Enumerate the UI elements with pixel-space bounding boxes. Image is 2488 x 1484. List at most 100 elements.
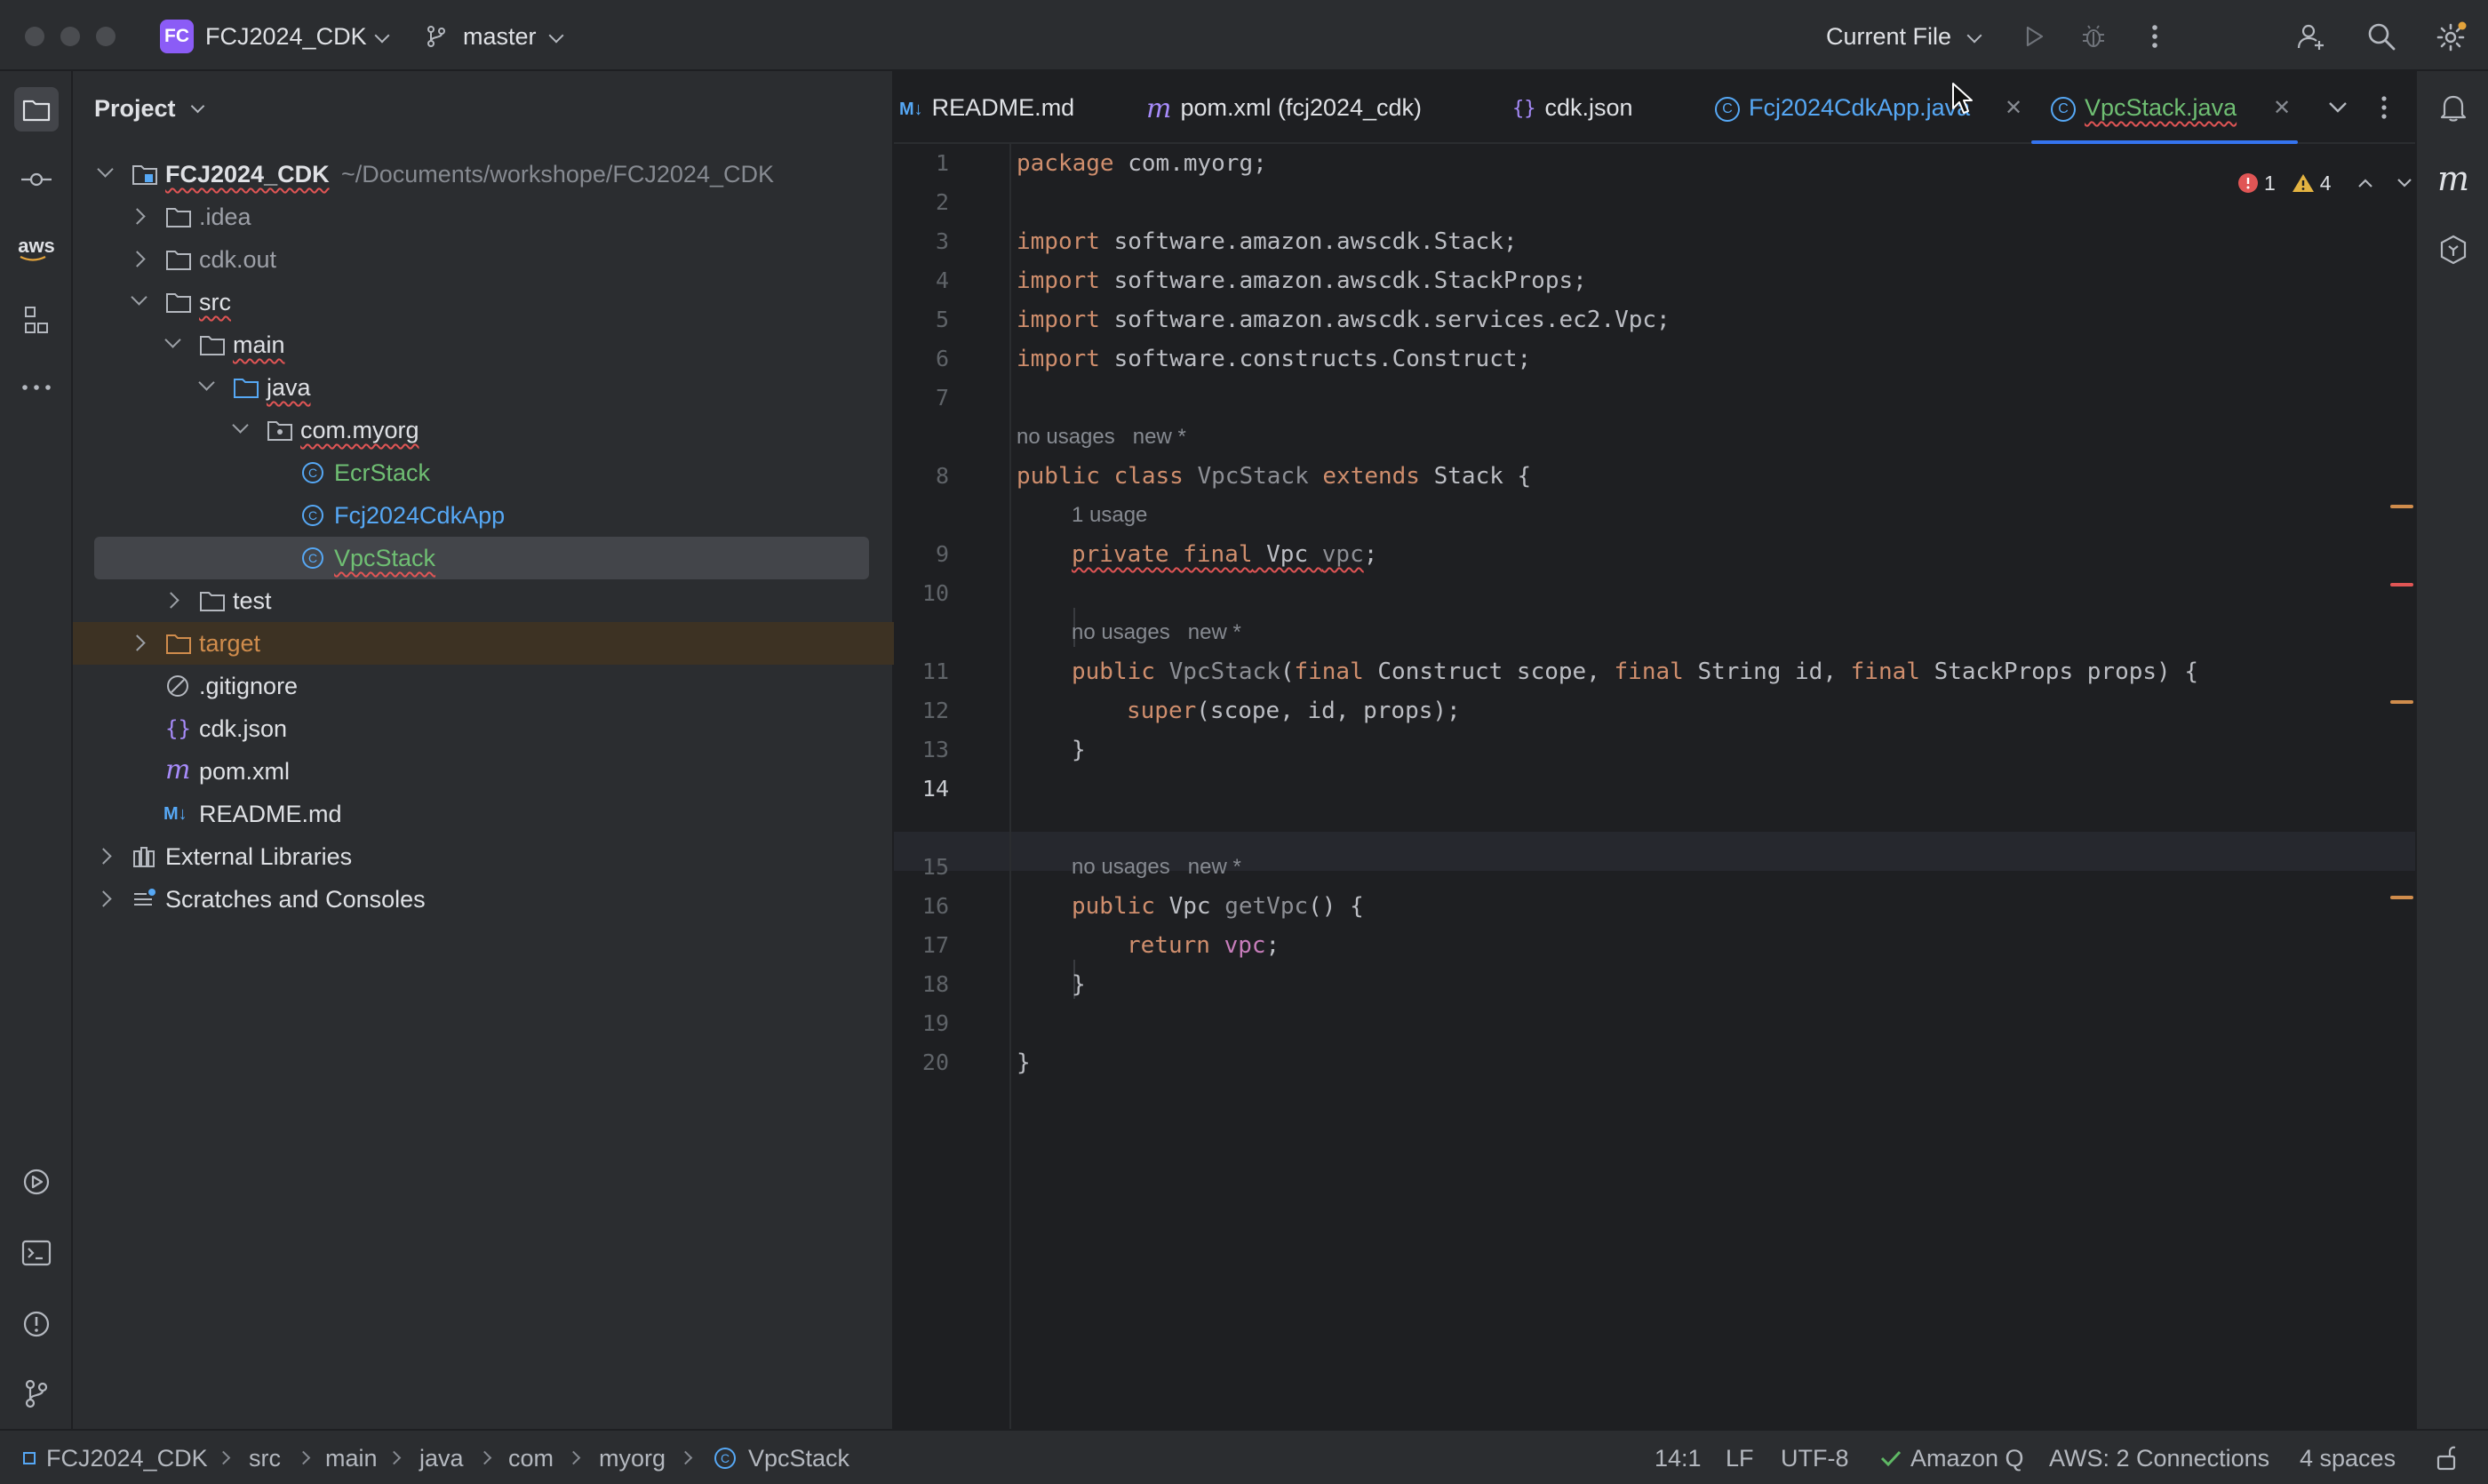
more-options-icon[interactable] — [2365, 89, 2403, 126]
project-badge[interactable]: FC — [160, 20, 194, 53]
code-line-16[interactable]: return vpc; — [1127, 926, 1280, 965]
search-icon[interactable] — [2363, 18, 2400, 55]
error-stripe-mark[interactable] — [2390, 583, 2413, 586]
git-icon[interactable] — [14, 1371, 59, 1416]
aws-connections[interactable]: AWS: 2 Connections — [2049, 1431, 2269, 1484]
usage-hint[interactable]: no usages new * — [1072, 848, 1241, 887]
debug-icon[interactable] — [2075, 18, 2112, 55]
code-line-6[interactable]: import software.constructs.Construct; — [1017, 339, 1531, 379]
tab-cdk-json[interactable]: {} cdk.json — [1512, 71, 1633, 144]
tree-item-cdk-json[interactable]: {} cdk.json — [73, 707, 894, 750]
tree-item-readme[interactable]: M↓ README.md — [73, 793, 894, 835]
aws-icon[interactable]: aws — [14, 227, 59, 272]
more-icon[interactable] — [14, 365, 59, 410]
code-line-13[interactable]: } — [1072, 730, 1086, 770]
tree-item-java[interactable]: java — [73, 366, 894, 409]
project-tool-window: Project FCJ2024_CDK ~/Documents/workshop… — [73, 71, 894, 1429]
add-user-icon[interactable] — [2293, 18, 2330, 55]
code-line-11[interactable]: public VpcStack(final Construct scope, f… — [1072, 652, 2198, 691]
close-tab-icon[interactable]: ✕ — [2005, 98, 2022, 119]
code-line-3[interactable]: import software.amazon.awscdk.Stack; — [1017, 222, 1518, 261]
tree-item-cdk-out[interactable]: cdk.out — [73, 238, 894, 281]
caret-position[interactable]: 14:1 — [1655, 1431, 1702, 1484]
amazon-q-icon[interactable] — [2431, 227, 2476, 272]
breadcrumb-item[interactable]: com — [508, 1431, 554, 1484]
structure-icon[interactable] — [14, 298, 59, 342]
tree-item-src[interactable]: src — [73, 281, 894, 323]
tree-item-external-libraries[interactable]: External Libraries — [73, 835, 894, 878]
tree-item-package[interactable]: com.myorg — [73, 409, 894, 451]
mouse-cursor-icon — [1952, 83, 1973, 114]
tab-readme[interactable]: M↓ README.md — [899, 71, 1074, 144]
amazon-q-status[interactable]: Amazon Q — [1910, 1431, 2024, 1484]
run-icon[interactable] — [2015, 18, 2053, 55]
chevron-down-icon[interactable] — [2396, 177, 2413, 189]
maven-icon: m — [1146, 92, 1172, 124]
breadcrumb-item[interactable]: java — [419, 1431, 464, 1484]
breadcrumb-item[interactable]: src — [249, 1431, 281, 1484]
branch-icon[interactable] — [418, 18, 455, 55]
line-number: 19 — [921, 1010, 949, 1036]
tree-item-fcj2024cdkapp[interactable]: C Fcj2024CdkApp — [73, 494, 894, 537]
tree-item-ecrstack[interactable]: C EcrStack — [73, 451, 894, 494]
inspection-widget[interactable]: 1 4 — [2237, 164, 2413, 203]
tree-item-root[interactable]: FCJ2024_CDK ~/Documents/workshope/FCJ202… — [73, 153, 894, 195]
warning-stripe-mark[interactable] — [2390, 896, 2413, 899]
code-line-19[interactable]: } — [1017, 1043, 1031, 1082]
tab-fcj2024cdkapp[interactable]: C Fcj2024CdkApp.java — [1715, 71, 1970, 144]
file-encoding[interactable]: UTF-8 — [1781, 1431, 1849, 1484]
settings-icon[interactable] — [2433, 18, 2470, 55]
line-separator[interactable]: LF — [1726, 1431, 1754, 1484]
tree-item-vpcstack[interactable]: C VpcStack — [73, 537, 894, 579]
code-line-12[interactable]: super(scope, id, props); — [1127, 691, 1461, 730]
tree-item-scratches[interactable]: Scratches and Consoles — [73, 878, 894, 921]
more-options-icon[interactable] — [2136, 18, 2173, 55]
chevron-up-icon[interactable] — [2356, 177, 2374, 189]
project-name[interactable]: FCJ2024_CDK — [205, 20, 367, 53]
chevron-right-icon — [678, 1450, 693, 1465]
commit-icon[interactable] — [14, 157, 59, 202]
problems-icon[interactable] — [14, 1302, 59, 1346]
code-line-1[interactable]: package com.myorg; — [1017, 144, 1267, 183]
services-icon[interactable] — [14, 1160, 59, 1204]
breadcrumb-item[interactable]: main — [325, 1431, 378, 1484]
run-configuration[interactable]: Current File — [1826, 20, 1951, 53]
tree-item-label: src — [199, 289, 231, 315]
breadcrumb-item[interactable]: VpcStack — [748, 1431, 849, 1484]
notifications-icon[interactable] — [2431, 85, 2476, 130]
terminal-icon[interactable] — [14, 1231, 59, 1275]
branch-name[interactable]: master — [463, 20, 537, 53]
tree-item-gitignore[interactable]: .gitignore — [73, 665, 894, 707]
minimize-window-button[interactable] — [60, 27, 80, 46]
indent-setting[interactable]: 4 spaces — [2300, 1431, 2396, 1484]
project-panel-title[interactable]: Project — [94, 91, 205, 126]
maven-icon[interactable]: m — [2431, 156, 2476, 201]
code-line-9[interactable]: private final Vpc vpc; — [1072, 535, 1377, 574]
code-line-8[interactable]: public class VpcStack extends Stack { — [1017, 457, 1531, 496]
usage-hint[interactable]: no usages new * — [1017, 418, 1186, 457]
code-line-4[interactable]: import software.amazon.awscdk.StackProps… — [1017, 261, 1587, 300]
zoom-window-button[interactable] — [96, 27, 116, 46]
close-window-button[interactable] — [25, 27, 44, 46]
breadcrumb-item[interactable]: myorg — [599, 1431, 666, 1484]
tree-item-target[interactable]: target — [73, 622, 894, 665]
folder-icon[interactable] — [14, 87, 59, 132]
tab-pom-xml[interactable]: m pom.xml (fcj2024_cdk) — [1146, 71, 1422, 144]
chevron-down-icon[interactable] — [2319, 89, 2356, 126]
tree-item-pom-xml[interactable]: m pom.xml — [73, 750, 894, 793]
right-tool-strip: m — [2415, 71, 2488, 1429]
breadcrumb-item[interactable]: FCJ2024_CDK — [46, 1431, 208, 1484]
warning-stripe-mark[interactable] — [2390, 700, 2413, 704]
code-line-15[interactable]: public Vpc getVpc() { — [1072, 887, 1364, 926]
tree-item-main[interactable]: main — [73, 323, 894, 366]
tree-item-test[interactable]: test — [73, 579, 894, 622]
close-tab-icon[interactable]: ✕ — [2273, 98, 2291, 119]
usage-hint[interactable]: no usages new * — [1072, 613, 1241, 652]
tree-item-idea[interactable]: .idea — [73, 195, 894, 238]
code-line-17[interactable]: } — [1072, 965, 1086, 1004]
tab-vpcstack[interactable]: C VpcStack.java — [2051, 71, 2237, 144]
usage-hint[interactable]: 1 usage — [1072, 496, 1147, 535]
code-line-5[interactable]: import software.amazon.awscdk.services.e… — [1017, 300, 1671, 339]
lock-icon[interactable] — [2435, 1445, 2460, 1472]
warning-stripe-mark[interactable] — [2390, 505, 2413, 508]
